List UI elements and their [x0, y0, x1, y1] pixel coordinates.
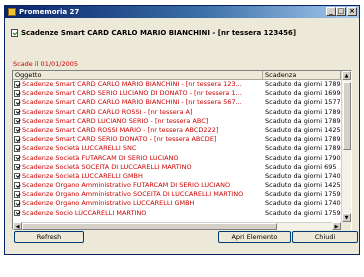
- list-rows: Scadenze Smart CARD CARLO MARIO BIANCHIN…: [13, 80, 341, 222]
- promemoria-window: Promemoria 27 _ □ × Scadenze Smart CARD …: [4, 5, 360, 255]
- list-item[interactable]: Scadenze Smart CARD SERIO LUCIANO DI DON…: [13, 89, 341, 98]
- item-oggetto: Scadenze Smart CARD SERIO DONATO - [nr t…: [22, 135, 217, 144]
- reminder-subject: Scadenze Smart CARD CARLO MARIO BIANCHIN…: [21, 29, 297, 37]
- app-icon: [8, 8, 16, 16]
- item-scadenza: Scaduto da giorni 1789: [265, 135, 341, 144]
- item-scadenza: Scaduto da giorni 1699: [265, 89, 341, 98]
- item-oggetto: Scadenze Organo Amministrativo FUTARCAM …: [22, 181, 231, 190]
- column-header-oggetto[interactable]: Oggetto: [13, 71, 263, 80]
- checkbox[interactable]: [14, 163, 20, 171]
- minimize-button[interactable]: _: [326, 7, 336, 16]
- scroll-right-arrow-icon[interactable]: ▶: [332, 222, 341, 230]
- item-oggetto: Scadenze Società FUTARCAM DI SERIO LUCIA…: [22, 153, 179, 162]
- title-bar[interactable]: Promemoria 27 _ □ ×: [5, 6, 359, 18]
- list-item[interactable]: Scadenze Smart CARD CARLO MARIO BIANCHIN…: [13, 98, 341, 107]
- item-scadenza: Scaduto da giorni 1740: [265, 171, 341, 180]
- item-oggetto: Scadenze Società SOCEITA DI LUCCARELLI M…: [22, 162, 192, 171]
- checkbox[interactable]: [14, 191, 20, 198]
- item-scadenza: Scaduto da giorni 1425: [265, 181, 341, 190]
- column-header-scadenza[interactable]: Scadenza: [263, 71, 341, 80]
- list-item[interactable]: Scadenze Società LUCCARELLI GMBH Scaduto …: [13, 172, 341, 181]
- item-scadenza: Scaduto da giorni 695: [265, 162, 337, 171]
- list-item[interactable]: Scadenze Smart CARD LUCIANO SERIO - [nr …: [13, 117, 341, 126]
- list-item[interactable]: Scadenze Organo Amministrativo SOCEITA D…: [13, 190, 341, 199]
- scroll-corner: [341, 222, 351, 230]
- list-item[interactable]: Scadenze Organo Amministrativo LUCCARELL…: [13, 199, 341, 208]
- list-item[interactable]: Scadenze Smart CARD CARLO ROSSI - [nr te…: [13, 108, 341, 117]
- list-item[interactable]: Scadenze Smart CARD SERIO DONATO - [nr t…: [13, 135, 341, 144]
- maximize-button[interactable]: □: [336, 7, 346, 16]
- checkbox[interactable]: [14, 90, 20, 97]
- checkbox[interactable]: [14, 81, 20, 88]
- checkbox[interactable]: [14, 136, 20, 143]
- item-scadenza: Scaduto da giorni 1789: [265, 80, 341, 88]
- item-oggetto: Scadenze Società LUCCARELLI GMBH: [22, 171, 143, 180]
- item-oggetto: Scadenze Smart CARD CARLO MARIO BIANCHIN…: [22, 98, 242, 107]
- list-item[interactable]: Scadenze Società FUTARCAM DI SERIO LUCIA…: [13, 154, 341, 163]
- item-oggetto: Scadenze Socio LUCCARELLI MARTINO: [22, 208, 147, 217]
- list-item[interactable]: Scadenze Smart CARD CARLO MARIO BIANCHIN…: [13, 80, 341, 89]
- reminder-check-icon: [11, 29, 18, 37]
- refresh-button[interactable]: Refresh: [14, 231, 84, 243]
- list-header: Oggetto Scadenza: [13, 71, 341, 80]
- list-item[interactable]: Scadenze Organo Amministrativo FUTARCAM …: [13, 181, 341, 190]
- reminder-list[interactable]: Oggetto Scadenza Scadenze Smart CARD CAR…: [12, 70, 352, 230]
- checkbox[interactable]: [14, 117, 20, 125]
- checkbox[interactable]: [14, 108, 20, 116]
- horizontal-scroll-thumb[interactable]: [22, 223, 277, 230]
- close-button[interactable]: Chiudi: [292, 231, 358, 243]
- scroll-up-arrow-icon[interactable]: ▲: [342, 71, 351, 80]
- checkbox[interactable]: [14, 172, 20, 180]
- checkbox[interactable]: [14, 182, 20, 189]
- item-scadenza: Scaduto da giorni 1759: [265, 190, 341, 199]
- checkbox[interactable]: [14, 209, 20, 217]
- open-item-button[interactable]: Apri Elemento: [218, 231, 291, 243]
- item-oggetto: Scadenze Società LUCCARELLI SNC: [22, 144, 137, 153]
- list-item[interactable]: Scadenze Socio LUCCARELLI MARTINO Scaduto…: [13, 209, 341, 218]
- item-scadenza: Scaduto da giorni 1759: [265, 208, 341, 217]
- list-item[interactable]: Scadenze Smart CARD ROSSI MARIO - [nr te…: [13, 126, 341, 135]
- item-oggetto: Scadenze Smart CARD LUCIANO SERIO - [nr …: [22, 116, 209, 125]
- item-scadenza: Scaduto da giorni 1789: [265, 144, 341, 153]
- item-scadenza: Scaduto da giorni 1425: [265, 125, 341, 134]
- item-scadenza: Scaduto da giorni 1790: [265, 153, 341, 162]
- item-oggetto: Scadenze Smart CARD CARLO MARIO BIANCHIN…: [22, 80, 242, 88]
- horizontal-scrollbar[interactable]: ◀ ▶: [13, 222, 341, 230]
- checkbox[interactable]: [14, 126, 20, 134]
- due-date-label: Scade il 01/01/2005: [13, 60, 79, 68]
- item-oggetto: Scadenze Smart CARD ROSSI MARIO - [nr te…: [22, 125, 219, 134]
- item-oggetto: Scadenze Smart CARD CARLO ROSSI - [nr te…: [22, 107, 193, 116]
- checkbox[interactable]: [14, 200, 20, 207]
- scroll-left-arrow-icon[interactable]: ◀: [13, 222, 22, 230]
- checkbox[interactable]: [14, 99, 20, 106]
- vertical-scroll-thumb[interactable]: [343, 82, 351, 150]
- item-oggetto: Scadenze Organo Amministrativo LUCCARELL…: [22, 199, 195, 208]
- checkbox[interactable]: [14, 154, 20, 161]
- window-title: Promemoria 27: [19, 8, 80, 16]
- list-item[interactable]: Scadenze Società LUCCARELLI SNC Scaduto d…: [13, 144, 341, 153]
- checkbox[interactable]: [14, 145, 20, 152]
- item-scadenza: Scaduto da giorni 1577: [265, 98, 341, 107]
- item-oggetto: Scadenze Organo Amministrativo SOCEITA D…: [22, 190, 244, 199]
- scroll-down-arrow-icon[interactable]: ▼: [342, 213, 351, 222]
- vertical-scrollbar[interactable]: ▲ ▼: [341, 71, 351, 222]
- item-scadenza: Scaduto da giorni 1789: [265, 107, 341, 116]
- item-scadenza: Scaduto da giorni 1740: [265, 199, 341, 208]
- item-oggetto: Scadenze Smart CARD SERIO LUCIANO DI DON…: [22, 89, 242, 98]
- list-item[interactable]: Scadenze Società SOCEITA DI LUCCARELLI M…: [13, 163, 341, 172]
- item-scadenza: Scaduto da giorni 1789: [265, 116, 341, 125]
- close-window-button[interactable]: ×: [347, 7, 357, 16]
